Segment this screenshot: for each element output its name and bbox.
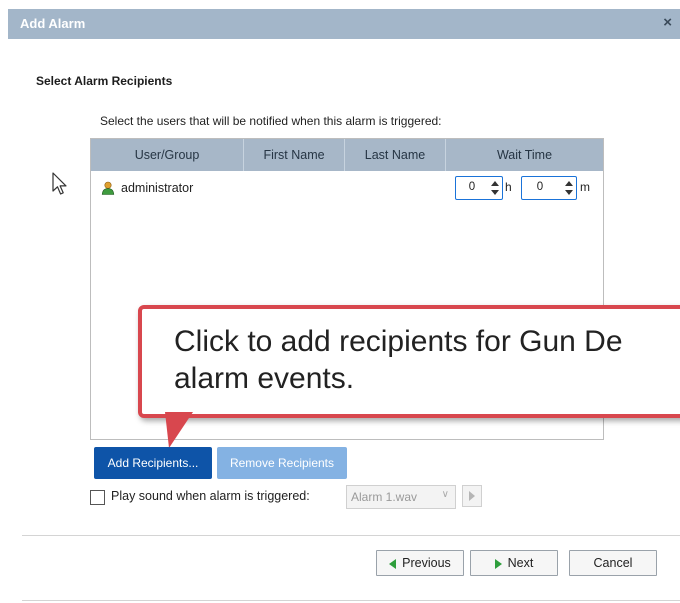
column-header-first-name[interactable]: First Name <box>244 139 344 171</box>
dialog-title: Add Alarm <box>20 16 86 31</box>
increment-arrow-icon[interactable] <box>491 181 499 186</box>
user-name-cell: administrator <box>121 181 194 195</box>
previous-label: Previous <box>402 556 451 570</box>
decrement-arrow-icon[interactable] <box>491 190 499 195</box>
column-header-last-name[interactable]: Last Name <box>345 139 445 171</box>
table-header: User/Group First Name Last Name Wait Tim… <box>91 139 603 171</box>
divider <box>22 600 680 601</box>
wait-hours-value: 0 <box>468 181 476 193</box>
tutorial-callout: Click to add recipients for Gun De alarm… <box>138 305 680 418</box>
column-header-user-group[interactable]: User/Group <box>91 139 243 171</box>
decrement-arrow-icon[interactable] <box>565 190 573 195</box>
chevron-down-icon: ∨ <box>441 489 449 500</box>
close-icon[interactable]: × <box>663 14 672 31</box>
column-header-wait-time[interactable]: Wait Time <box>446 139 603 171</box>
play-icon <box>469 491 475 501</box>
wait-minutes-stepper[interactable]: 0 <box>521 176 577 200</box>
instruction-text: Select the users that will be notified w… <box>100 114 442 128</box>
stepper-arrows[interactable] <box>491 179 499 197</box>
play-sound-button <box>462 485 482 507</box>
minutes-unit-label: m <box>580 180 590 194</box>
user-icon <box>101 181 115 195</box>
divider <box>22 535 680 536</box>
alarm-sound-value: Alarm 1.wav <box>351 490 418 504</box>
arrow-left-icon <box>389 558 397 569</box>
alarm-sound-select: Alarm 1.wav ∨ <box>346 485 456 509</box>
dialog-title-bar: Add Alarm × <box>8 9 680 39</box>
section-heading: Select Alarm Recipients <box>36 74 173 88</box>
previous-button[interactable]: Previous <box>376 550 464 576</box>
next-label: Next <box>507 556 534 570</box>
arrow-right-icon <box>494 558 502 569</box>
play-sound-label: Play sound when alarm is triggered: <box>111 489 310 503</box>
remove-recipients-button: Remove Recipients <box>217 447 347 479</box>
stepper-arrows[interactable] <box>565 179 573 197</box>
table-row[interactable]: administrator 0 h 0 m <box>91 173 603 203</box>
hours-unit-label: h <box>505 180 512 194</box>
play-sound-checkbox[interactable] <box>90 490 105 505</box>
callout-text: Click to add recipients for Gun De alarm… <box>174 325 623 395</box>
add-recipients-button[interactable]: Add Recipients... <box>94 447 212 479</box>
wait-hours-stepper[interactable]: 0 <box>455 176 503 200</box>
increment-arrow-icon[interactable] <box>565 181 573 186</box>
next-button[interactable]: Next <box>470 550 558 576</box>
wait-minutes-value: 0 <box>536 181 544 193</box>
callout-pointer-icon <box>165 412 193 448</box>
cancel-button[interactable]: Cancel <box>569 550 657 576</box>
mouse-pointer-icon <box>52 172 67 195</box>
